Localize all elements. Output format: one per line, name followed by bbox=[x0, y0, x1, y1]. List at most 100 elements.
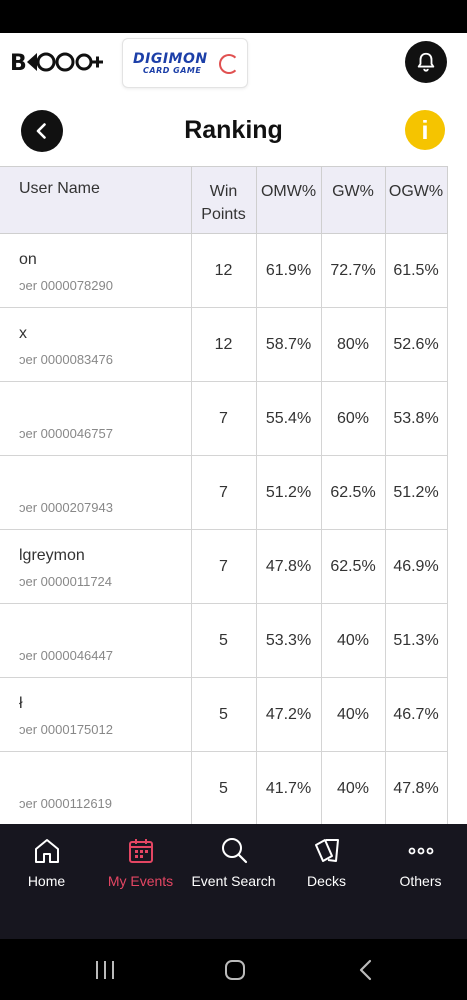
table-row[interactable]: x ɔer 0000083476 12 58.7% 80% 52.6% bbox=[0, 307, 448, 382]
title-bar: Ranking i bbox=[0, 100, 467, 164]
win-points-cell: 5 bbox=[191, 751, 257, 824]
win-points-cell: 7 bbox=[191, 381, 257, 456]
player-id: ɔer 0000078290 bbox=[19, 278, 113, 293]
omw-cell: 61.9% bbox=[256, 233, 322, 308]
user-cell: lgreymon ɔer 0000011724 bbox=[0, 529, 192, 604]
ranking-table-container[interactable]: User Name Win Points OMW% GW% OGW% on ɔer… bbox=[0, 166, 467, 824]
nav-decks-label: Decks bbox=[307, 873, 346, 889]
ranking-table: User Name Win Points OMW% GW% OGW% on ɔer… bbox=[0, 166, 448, 824]
user-cell: ɔer 0000046447 bbox=[0, 603, 192, 678]
nav-event-search-label: Event Search bbox=[191, 873, 276, 889]
nav-my-events[interactable]: My Events bbox=[94, 824, 187, 924]
ogw-cell: 47.8% bbox=[385, 751, 448, 824]
digimon-card-game-logo[interactable]: DIGIMON CARD GAME bbox=[122, 38, 248, 88]
omw-cell: 58.7% bbox=[256, 307, 322, 382]
nav-decks[interactable]: Decks bbox=[280, 824, 373, 924]
ogw-cell: 51.2% bbox=[385, 455, 448, 530]
omw-cell: 55.4% bbox=[256, 381, 322, 456]
win-points-cell: 5 bbox=[191, 603, 257, 678]
nav-my-events-label: My Events bbox=[107, 873, 174, 889]
user-cell: ł ɔer 0000175012 bbox=[0, 677, 192, 752]
omw-cell: 53.3% bbox=[256, 603, 322, 678]
player-id: ɔer 0000175012 bbox=[19, 722, 113, 737]
recent-apps-icon[interactable] bbox=[93, 959, 117, 981]
nav-home-label: Home bbox=[27, 873, 66, 889]
ogw-cell: 46.7% bbox=[385, 677, 448, 752]
logo-ring-icon bbox=[219, 54, 239, 74]
player-id: ɔer 0000112619 bbox=[19, 796, 113, 811]
gw-cell: 72.7% bbox=[321, 233, 386, 308]
player-id: ɔer 0000046757 bbox=[19, 426, 113, 441]
user-cell: ɔer 0000112619 bbox=[0, 751, 192, 824]
home-system-icon[interactable] bbox=[224, 959, 246, 981]
user-name: lgreymon bbox=[19, 547, 85, 564]
bottom-navigation: Home My Events Event Search Decks Others bbox=[0, 824, 467, 939]
svg-text:B: B bbox=[10, 51, 27, 75]
info-icon: i bbox=[421, 114, 429, 145]
player-id: ɔer 0000046447 bbox=[19, 648, 113, 663]
ogw-cell: 51.3% bbox=[385, 603, 448, 678]
table-row[interactable]: ł ɔer 0000175012 5 47.2% 40% 46.7% bbox=[0, 677, 448, 752]
gw-cell: 62.5% bbox=[321, 455, 386, 530]
omw-cell: 41.7% bbox=[256, 751, 322, 824]
bell-icon bbox=[417, 52, 435, 72]
table-row[interactable]: lgreymon ɔer 0000011724 7 47.8% 62.5% 46.9% bbox=[0, 529, 448, 604]
gw-cell: 40% bbox=[321, 751, 386, 824]
info-button[interactable]: i bbox=[405, 110, 445, 150]
player-id: ɔer 0000083476 bbox=[19, 352, 113, 367]
nav-home[interactable]: Home bbox=[0, 824, 93, 924]
win-points-cell: 7 bbox=[191, 455, 257, 530]
table-row[interactable]: ɔer 0000046447 5 53.3% 40% 51.3% bbox=[0, 603, 448, 678]
user-cell: ɔer 0000207943 bbox=[0, 455, 192, 530]
gw-cell: 62.5% bbox=[321, 529, 386, 604]
column-header-gw[interactable]: GW% bbox=[321, 166, 386, 234]
ogw-cell: 53.8% bbox=[385, 381, 448, 456]
win-points-cell: 7 bbox=[191, 529, 257, 604]
user-name: x bbox=[19, 325, 27, 342]
column-header-win-points[interactable]: Win Points bbox=[191, 166, 257, 234]
home-icon bbox=[35, 839, 59, 863]
calendar-icon bbox=[129, 839, 153, 863]
win-points-header-text: Win Points bbox=[201, 183, 246, 223]
bandai-logo[interactable]: B bbox=[10, 49, 104, 75]
ogw-cell: 61.5% bbox=[385, 233, 448, 308]
omw-cell: 47.2% bbox=[256, 677, 322, 752]
omw-cell: 47.8% bbox=[256, 529, 322, 604]
player-id: ɔer 0000011724 bbox=[19, 574, 113, 589]
win-points-cell: 12 bbox=[191, 233, 257, 308]
nav-event-search[interactable]: Event Search bbox=[187, 824, 280, 924]
table-row[interactable]: ɔer 0000207943 7 51.2% 62.5% 51.2% bbox=[0, 455, 448, 530]
digimon-logo-text: DIGIMON bbox=[133, 51, 208, 67]
gw-cell: 40% bbox=[321, 603, 386, 678]
app-header: B DIGIMON CARD GAME bbox=[0, 33, 467, 93]
table-row[interactable]: ɔer 0000046757 7 55.4% 60% 53.8% bbox=[0, 381, 448, 456]
table-header-row: User Name Win Points OMW% GW% OGW% bbox=[0, 166, 448, 234]
search-icon bbox=[222, 838, 248, 864]
column-header-omw[interactable]: OMW% bbox=[256, 166, 322, 234]
gw-cell: 60% bbox=[321, 381, 386, 456]
user-cell: ɔer 0000046757 bbox=[0, 381, 192, 456]
user-cell: on ɔer 0000078290 bbox=[0, 233, 192, 308]
system-navigation-bar bbox=[0, 939, 467, 1000]
user-name: on bbox=[19, 251, 37, 268]
column-header-user-name[interactable]: User Name bbox=[0, 166, 192, 234]
ogw-cell: 52.6% bbox=[385, 307, 448, 382]
card-game-logo-text: CARD GAME bbox=[143, 66, 202, 75]
user-name: ł bbox=[19, 695, 23, 712]
win-points-cell: 12 bbox=[191, 307, 257, 382]
ogw-cell: 46.9% bbox=[385, 529, 448, 604]
column-header-ogw[interactable]: OGW% bbox=[385, 166, 448, 234]
back-system-icon[interactable] bbox=[357, 959, 375, 981]
nav-others[interactable]: Others bbox=[374, 824, 467, 924]
notification-button[interactable] bbox=[405, 41, 447, 83]
more-icon bbox=[408, 847, 434, 855]
table-row[interactable]: on ɔer 0000078290 12 61.9% 72.7% 61.5% bbox=[0, 233, 448, 308]
page-title: Ranking bbox=[184, 116, 283, 144]
omw-cell: 51.2% bbox=[256, 455, 322, 530]
nav-others-label: Others bbox=[399, 873, 442, 889]
win-points-cell: 5 bbox=[191, 677, 257, 752]
gw-cell: 40% bbox=[321, 677, 386, 752]
cards-icon bbox=[315, 839, 339, 862]
table-row[interactable]: ɔer 0000112619 5 41.7% 40% 47.8% bbox=[0, 751, 448, 824]
player-id: ɔer 0000207943 bbox=[19, 500, 113, 515]
